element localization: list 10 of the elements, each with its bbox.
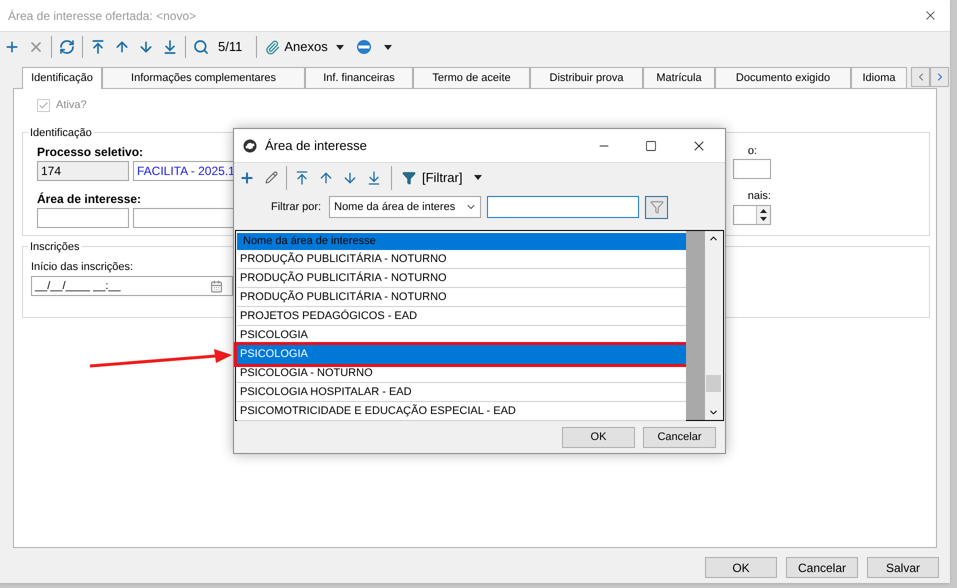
filter-label: Filtrar por: <box>271 200 322 215</box>
field-label: Área de interesse: <box>37 190 142 208</box>
field-label: Processo seletivo: <box>37 144 144 160</box>
record-counter: 5/11 <box>218 38 242 56</box>
window-title: Área de interesse ofertada: <novo> <box>8 8 196 24</box>
field-label: o: <box>748 144 757 158</box>
checkbox-label: Ativa? <box>56 98 87 113</box>
field-label: nais: <box>748 189 771 204</box>
dialog-title: Área de interesse <box>265 136 367 155</box>
field-label: Início das inscrições: <box>31 260 134 274</box>
